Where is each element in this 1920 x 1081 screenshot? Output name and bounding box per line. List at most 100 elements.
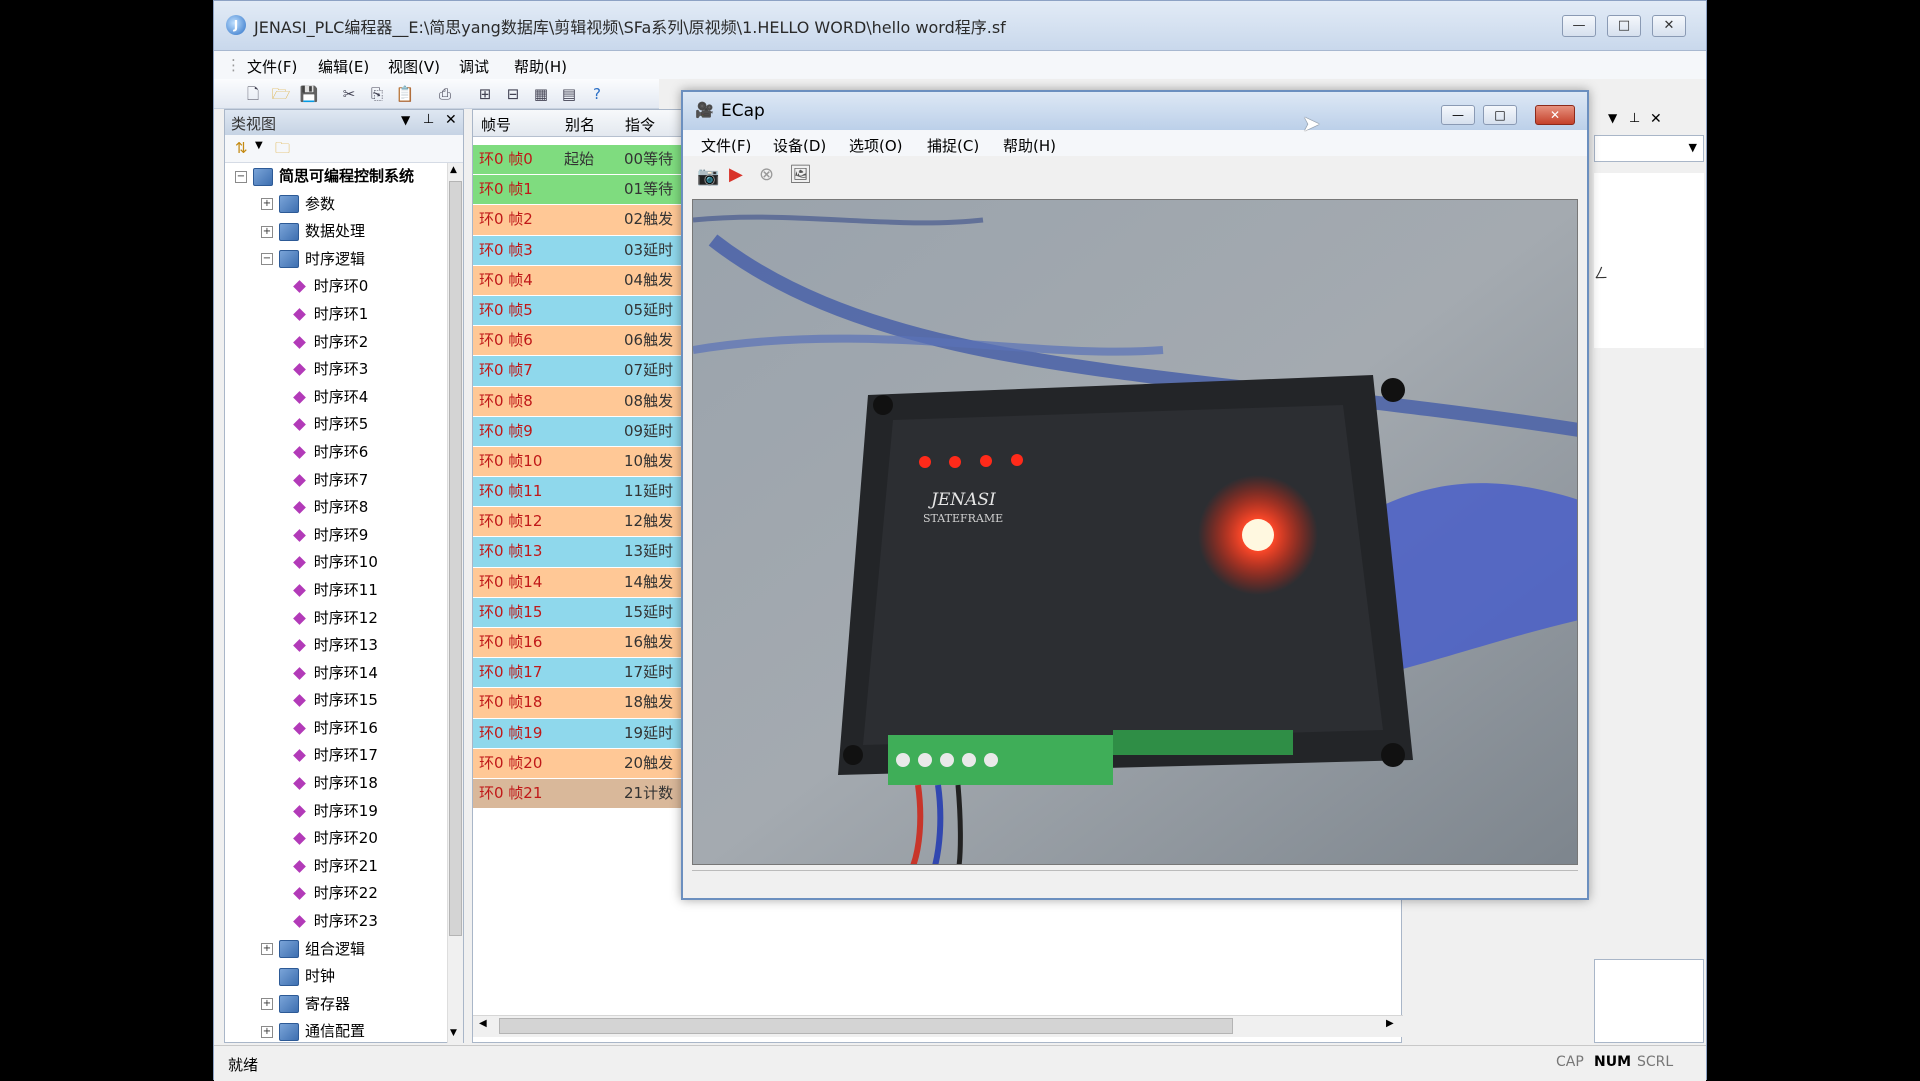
table-row[interactable]: 环0 帧20 20触发 <box>473 748 698 779</box>
alias-cell[interactable] <box>558 537 618 566</box>
frame-cell[interactable]: 环0 帧8 <box>473 387 558 416</box>
frame-cell[interactable]: 环0 帧2 <box>473 205 558 234</box>
frame-cell[interactable]: 环0 帧19 <box>473 719 558 748</box>
table-row[interactable]: 环0 帧3 03延时 <box>473 235 698 266</box>
scroll-right-icon[interactable]: ▶ <box>1386 1018 1394 1029</box>
expand-icon[interactable]: + <box>261 225 273 238</box>
tree-node-data-processing[interactable]: + 数据处理 <box>225 218 445 246</box>
ecap-close-button[interactable]: ✕ <box>1535 105 1575 125</box>
close-icon[interactable]: ✕ <box>445 112 457 128</box>
alias-cell[interactable] <box>558 356 618 385</box>
tree-node-combo-logic[interactable]: + 组合逻辑 <box>225 936 445 964</box>
tree-node-timing-ring[interactable]: 时序环12 <box>225 605 445 633</box>
tree-collapse-icon[interactable]: ⊟ <box>502 83 524 105</box>
tree-node-timing-ring[interactable]: 时序环11 <box>225 577 445 605</box>
tree-node-timing-ring[interactable]: 时序环4 <box>225 384 445 412</box>
new-file-icon[interactable]: 🗋 <box>242 83 264 105</box>
collapse-icon[interactable]: − <box>261 253 273 266</box>
expand-icon[interactable]: + <box>261 998 273 1011</box>
tree-node-timing-ring[interactable]: 时序环8 <box>225 494 445 522</box>
table-row[interactable]: 环0 帧10 10触发 <box>473 446 698 478</box>
expand-icon[interactable]: + <box>261 1025 273 1038</box>
table-row[interactable]: 环0 帧12 12触发 <box>473 507 698 538</box>
table-row[interactable]: 环0 帧8 08触发 <box>473 386 698 417</box>
ecap-menu-options[interactable]: 选项(O) <box>849 135 903 156</box>
alias-cell[interactable] <box>558 477 618 506</box>
tree-node-timing-ring[interactable]: 时序环15 <box>225 687 445 715</box>
tree-root[interactable]: − 简思可编程控制系统 <box>225 163 445 191</box>
pin-icon[interactable]: ⊥ <box>1629 111 1640 126</box>
table-icon[interactable]: ▤ <box>558 83 580 105</box>
hscroll-thumb[interactable] <box>499 1018 1233 1034</box>
frame-cell[interactable]: 环0 帧0 <box>473 145 558 174</box>
alias-cell[interactable] <box>558 598 618 627</box>
alias-cell[interactable] <box>558 507 618 536</box>
tree-node-timing-ring[interactable]: 时序环17 <box>225 742 445 770</box>
camera-snapshot-icon[interactable]: 📷 <box>697 166 719 187</box>
dropdown-icon[interactable]: ▼ <box>401 113 410 127</box>
sort-icon[interactable]: ⇅ <box>235 139 248 157</box>
alias-cell[interactable] <box>558 658 618 687</box>
table-row[interactable]: 环0 帧9 09延时 <box>473 416 698 447</box>
copy-icon[interactable]: ⎘ <box>366 83 388 105</box>
tree-node-timing-ring[interactable]: 时序环1 <box>225 301 445 329</box>
alias-cell[interactable]: 起始 <box>558 145 618 174</box>
minimize-button[interactable]: — <box>1562 15 1596 37</box>
tree-node-timing-ring[interactable]: 时序环16 <box>225 715 445 743</box>
frame-cell[interactable]: 环0 帧18 <box>473 688 558 717</box>
ecap-title-bar[interactable]: 🎥 ECap — □ ✕ <box>683 92 1587 130</box>
save-icon[interactable]: 💾 <box>298 83 320 105</box>
table-row[interactable]: 环0 帧13 13延时 <box>473 537 698 568</box>
tree-node-timing-ring[interactable]: 时序环21 <box>225 853 445 881</box>
tree-node-timing-logic[interactable]: − 时序逻辑 <box>225 246 445 274</box>
close-icon[interactable]: ✕ <box>1650 111 1662 127</box>
maximize-button[interactable]: □ <box>1607 15 1641 37</box>
paste-icon[interactable]: 📋 <box>394 83 416 105</box>
help-icon[interactable]: ? <box>586 83 608 105</box>
table-row[interactable]: 环0 帧4 04触发 <box>473 265 698 296</box>
close-button[interactable]: ✕ <box>1652 15 1686 37</box>
menu-help[interactable]: 帮助(H) <box>514 56 567 77</box>
class-view-scrollbar[interactable]: ▲ ▼ <box>447 163 463 1043</box>
col-frame-header[interactable]: 帧号 <box>481 114 511 135</box>
tree-node-timing-ring[interactable]: 时序环14 <box>225 660 445 688</box>
table-row[interactable]: 环0 帧21 21计数 <box>473 778 698 810</box>
ecap-menu-help[interactable]: 帮助(H) <box>1003 135 1056 156</box>
alias-cell[interactable] <box>558 417 618 446</box>
property-combo[interactable]: ▼ <box>1594 135 1704 162</box>
table-row[interactable]: 环0 帧16 16触发 <box>473 628 698 659</box>
dropdown-icon[interactable]: ▼ <box>1608 111 1617 125</box>
frame-cell[interactable]: 环0 帧16 <box>473 628 558 657</box>
frame-cell[interactable]: 环0 帧3 <box>473 236 558 265</box>
tree-node-timing-ring[interactable]: 时序环22 <box>225 880 445 908</box>
tree-node-registers[interactable]: + 寄存器 <box>225 991 445 1019</box>
sort-dropdown-icon[interactable]: ▼ <box>255 140 263 151</box>
frame-cell[interactable]: 环0 帧7 <box>473 356 558 385</box>
expand-icon[interactable]: + <box>261 198 273 211</box>
frame-cell[interactable]: 环0 帧4 <box>473 266 558 295</box>
menu-file[interactable]: 文件(F) <box>247 56 297 77</box>
ecap-menu-file[interactable]: 文件(F) <box>701 135 751 156</box>
alias-cell[interactable] <box>558 688 618 717</box>
print-icon[interactable]: ⎙ <box>434 83 456 105</box>
menu-view[interactable]: 视图(V) <box>388 56 440 77</box>
cut-icon[interactable]: ✂ <box>338 83 360 105</box>
expand-icon[interactable]: + <box>261 943 273 956</box>
frame-cell[interactable]: 环0 帧1 <box>473 175 558 204</box>
tree-node-timing-ring[interactable]: 时序环20 <box>225 825 445 853</box>
alias-cell[interactable] <box>558 326 618 355</box>
tree-node-timing-ring[interactable]: 时序环10 <box>225 549 445 577</box>
table-row[interactable]: 环0 帧19 19延时 <box>473 718 698 749</box>
title-bar[interactable]: J JENASI_PLC编程器__E:\简思yang数据库\剪辑视频\SFa系列… <box>214 1 1706 51</box>
scroll-thumb[interactable] <box>449 181 462 936</box>
ecap-menu-device[interactable]: 设备(D) <box>773 135 826 156</box>
tree-node-timing-ring[interactable]: 时序环5 <box>225 411 445 439</box>
tree-node-timing-ring[interactable]: 时序环6 <box>225 439 445 467</box>
tree-node-timing-ring[interactable]: 时序环13 <box>225 632 445 660</box>
tree-node-timing-ring[interactable]: 时序环7 <box>225 467 445 495</box>
collapse-icon[interactable]: − <box>235 170 247 183</box>
table-row[interactable]: 环0 帧7 07延时 <box>473 356 698 387</box>
folder-icon[interactable]: 🗀 <box>275 138 290 163</box>
alias-cell[interactable] <box>558 387 618 416</box>
pin-icon[interactable]: ⊥ <box>423 112 434 127</box>
